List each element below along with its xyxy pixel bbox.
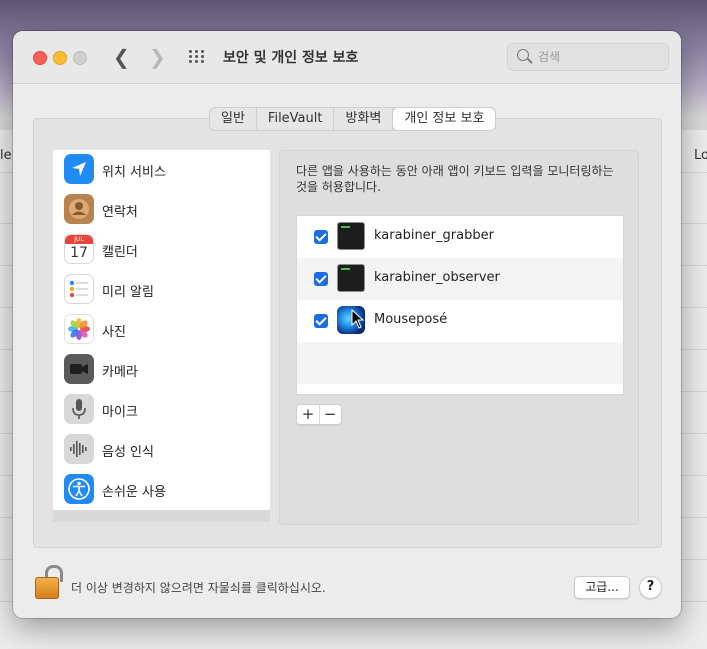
sidebar-item-accessibility[interactable]: 손쉬운 사용 [53, 470, 270, 510]
sidebar-item-speech-recognition[interactable]: 음성 인식 [53, 430, 270, 470]
sidebar-item-label: 위치 서비스 [102, 165, 166, 180]
app-name: karabiner_grabber [374, 228, 494, 243]
app-name: Mouseposé [374, 312, 448, 327]
preferences-window: ❮ ❯ 보안 및 개인 정보 보호 일반 FileVault 방화벽 개인 정보… [13, 31, 681, 618]
sidebar-item-location-services[interactable]: 위치 서비스 [53, 150, 270, 190]
app-list[interactable]: karabiner_grabber karabiner_observer Mou… [296, 215, 624, 395]
app-row-karabiner-observer[interactable]: karabiner_observer [297, 258, 623, 300]
description-text: 다른 앱을 사용하는 동안 아래 앱이 키보드 입력을 모니터링하는 것을 허용… [296, 164, 614, 194]
sidebar-item-contacts[interactable]: 연락처 [53, 190, 270, 230]
calendar-icon: JUL 17 [64, 234, 94, 264]
sidebar-item-label: 사진 [102, 325, 126, 340]
microphone-icon [64, 394, 94, 424]
app-name: karabiner_observer [374, 270, 500, 285]
background-left-label: le [0, 148, 12, 163]
tab-bar: 일반 FileVault 방화벽 개인 정보 보호 [209, 107, 497, 131]
sidebar-item-microphone[interactable]: 마이크 [53, 390, 270, 430]
title-bar: ❮ ❯ 보안 및 개인 정보 보호 [13, 31, 681, 84]
show-all-grid-icon[interactable] [189, 50, 207, 64]
tab-privacy[interactable]: 개인 정보 보호 [393, 108, 496, 130]
unlocked-padlock-icon[interactable] [33, 565, 63, 599]
sidebar-item-label: 캘린더 [102, 245, 138, 260]
app-checkbox[interactable] [314, 314, 328, 328]
sidebar-item-label: 손쉬운 사용 [102, 485, 166, 500]
search-field[interactable] [507, 43, 669, 71]
add-remove-control: + − [296, 404, 342, 425]
app-row-karabiner-grabber[interactable]: karabiner_grabber [297, 216, 623, 258]
list-partial-row [53, 510, 270, 522]
privacy-category-list[interactable]: 위치 서비스 연락처 JUL 17 캘린더 미리 알림 사진 카메라 마이크 음… [53, 150, 270, 522]
reminders-icon [64, 274, 94, 304]
search-icon [517, 49, 529, 61]
sidebar-item-camera[interactable]: 카메라 [53, 350, 270, 390]
app-row-empty [297, 342, 623, 384]
speech-recognition-icon [64, 434, 94, 464]
sidebar-item-label: 연락처 [102, 205, 138, 220]
back-chevron-icon[interactable]: ❮ [113, 45, 130, 69]
minimize-button[interactable] [53, 51, 67, 65]
calendar-day: 17 [70, 245, 88, 261]
app-checkbox[interactable] [314, 230, 328, 244]
forward-chevron-icon[interactable]: ❯ [149, 45, 166, 69]
contacts-icon [64, 194, 94, 224]
mouse-pointer-icon [351, 309, 365, 329]
add-app-button[interactable]: + [297, 405, 320, 424]
help-button[interactable]: ? [639, 576, 662, 599]
zoom-button[interactable] [73, 51, 87, 65]
sidebar-item-label: 마이크 [102, 405, 138, 420]
calendar-month: JUL [65, 235, 93, 244]
photos-icon [64, 314, 94, 344]
tab-general[interactable]: 일반 [210, 108, 257, 130]
lock-hint-text: 더 이상 변경하지 않으려면 자물쇠를 클릭하십시오. [71, 581, 326, 595]
window-title: 보안 및 개인 정보 보호 [223, 50, 359, 66]
tab-firewall[interactable]: 방화벽 [334, 108, 394, 130]
camera-icon [64, 354, 94, 384]
background-right-label: Lo [694, 148, 707, 163]
sidebar-item-label: 미리 알림 [102, 285, 154, 300]
close-button[interactable] [33, 51, 47, 65]
search-input[interactable] [536, 47, 660, 67]
sidebar-item-calendar[interactable]: JUL 17 캘린더 [53, 230, 270, 270]
accessibility-icon [64, 474, 94, 504]
sidebar-item-photos[interactable]: 사진 [53, 310, 270, 350]
sidebar-item-label: 카메라 [102, 365, 138, 380]
tab-filevault[interactable]: FileVault [257, 108, 335, 130]
sidebar-item-label: 음성 인식 [102, 445, 154, 460]
remove-app-button[interactable]: − [319, 405, 341, 424]
app-row-mousepose[interactable]: Mouseposé [297, 300, 623, 342]
app-checkbox[interactable] [314, 272, 328, 286]
advanced-button[interactable]: 고급... [574, 576, 630, 599]
terminal-icon [337, 264, 365, 292]
sidebar-item-reminders[interactable]: 미리 알림 [53, 270, 270, 310]
detail-pane: 다른 앱을 사용하는 동안 아래 앱이 키보드 입력을 모니터링하는 것을 허용… [279, 150, 639, 525]
terminal-icon [337, 222, 365, 250]
location-arrow-icon [64, 154, 94, 184]
